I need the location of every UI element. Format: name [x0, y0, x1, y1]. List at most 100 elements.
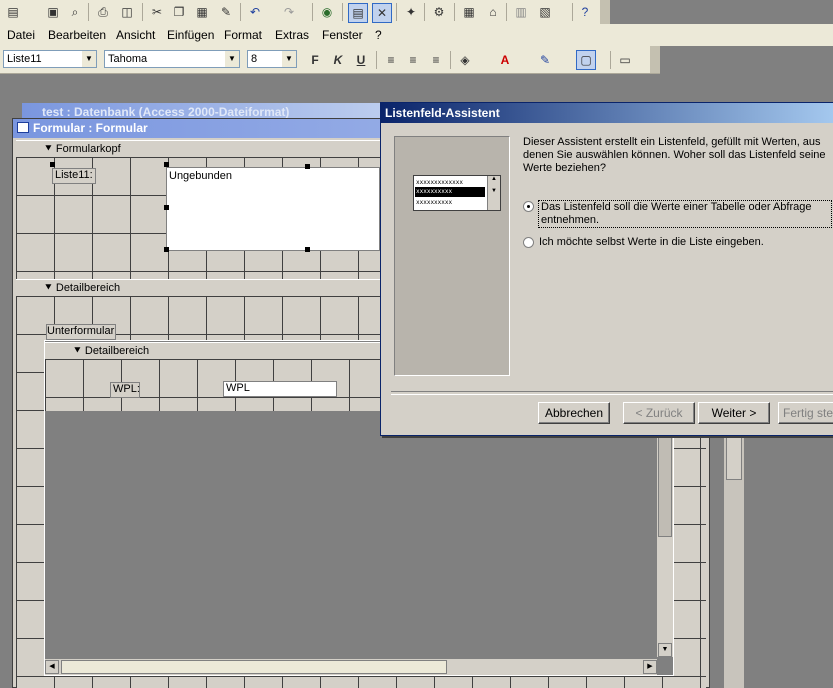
help-icon[interactable]: ? [576, 3, 594, 21]
scroll-thumb[interactable] [658, 437, 672, 537]
underline-button[interactable]: U [352, 51, 370, 69]
detail-bar[interactable]: ⯆ Detailbereich [16, 279, 380, 297]
toolbar-overflow[interactable] [650, 46, 660, 73]
font-select[interactable]: Tahoma ▼ [104, 50, 240, 68]
redo-icon[interactable]: ↷ [280, 3, 298, 21]
line-color-icon[interactable]: ✎ [536, 51, 554, 69]
undo-icon[interactable]: ↶ [246, 3, 264, 21]
font-color-icon[interactable]: A [496, 51, 514, 69]
detail-label: Detailbereich [55, 282, 121, 294]
form-icon [17, 122, 29, 133]
paste-icon[interactable]: ▦ [193, 3, 211, 21]
align-center-icon[interactable]: ≡ [404, 51, 422, 69]
preview-item-selected: xxxxxxxxxx [415, 187, 485, 197]
resize-handle[interactable] [164, 247, 169, 252]
resize-handle[interactable] [305, 164, 310, 169]
align-left-icon[interactable]: ≡ [382, 51, 400, 69]
finish-button[interactable]: Fertig stellen [778, 402, 833, 424]
save-icon[interactable]: ▣ [44, 3, 62, 21]
section-arrow-icon: ⯆ [73, 345, 82, 357]
form-header-bar[interactable]: ⯆ Formularkopf [16, 140, 380, 158]
special-effect-icon[interactable]: ▭ [616, 51, 634, 69]
properties-icon[interactable]: ▦ [460, 3, 478, 21]
build-icon[interactable]: ⌂ [484, 3, 502, 21]
menu-fenster[interactable]: Fenster [322, 28, 363, 42]
scroll-down-icon[interactable]: ▼ [658, 643, 672, 657]
hyperlink-icon[interactable]: ◉ [318, 3, 336, 21]
align-right-icon[interactable]: ≡ [427, 51, 445, 69]
chevron-down-icon: ▼ [82, 51, 96, 67]
subform-detail-bar[interactable]: ⯆ Detailbereich [45, 342, 381, 360]
section-arrow-icon: ⯆ [44, 282, 53, 294]
menu-format[interactable]: Format [224, 28, 262, 42]
menu-extras[interactable]: Extras [275, 28, 309, 42]
chevron-down-icon: ▼ [282, 51, 296, 67]
preview-scrollbar: ▲ ▼ [487, 176, 500, 210]
option-own-values-label[interactable]: Ich möchte selbst Werte in die Liste ein… [539, 236, 764, 248]
subform-hscroll[interactable]: ◀ ▶ [45, 659, 657, 675]
menu-bearbeiten[interactable]: Bearbeiten [48, 28, 106, 42]
view-icon[interactable]: ▤ [4, 3, 22, 21]
code-icon[interactable]: ⚙ [430, 3, 448, 21]
option-table-query-text-2: entnehmen. [541, 214, 600, 226]
resize-handle[interactable] [305, 247, 310, 252]
radio-own-values[interactable] [523, 237, 534, 248]
wpl-label[interactable]: WPL: [110, 382, 140, 398]
field-list-icon[interactable]: ▤ [348, 3, 368, 23]
database-window-title: test : Datenbank (Access 2000-Dateiforma… [42, 105, 290, 119]
back-button[interactable]: < Zurück [623, 402, 695, 424]
option-table-query-label[interactable]: Das Listenfeld soll die Werte einer Tabe… [538, 200, 832, 228]
cancel-button[interactable]: Abbrechen [538, 402, 610, 424]
print-preview-icon[interactable]: ◫ [118, 3, 136, 21]
subform-label[interactable]: Unterformular [46, 324, 116, 340]
form-vscroll[interactable] [724, 430, 744, 688]
standard-toolbar: ▤ ▣ ⌕ ⎙ ◫ ✂ ❐ ▦ ✎ ↶ ↷ ◉ ▤ ✕ ✦ ⚙ ▦ ⌂ ▥ ▧ … [0, 0, 610, 25]
border-width-icon[interactable]: ▢ [576, 50, 596, 70]
scroll-right-icon[interactable]: ▶ [643, 660, 657, 674]
autoformat-icon[interactable]: ✦ [402, 3, 420, 21]
scroll-thumb[interactable] [61, 660, 447, 674]
section-arrow-icon: ⯆ [44, 143, 53, 155]
new-object-icon[interactable]: ▧ [536, 3, 554, 21]
font-size-select[interactable]: 8 ▼ [247, 50, 297, 68]
menu-einfuegen[interactable]: Einfügen [167, 28, 214, 42]
option-table-query-text: Das Listenfeld soll die Werte einer Tabe… [541, 201, 812, 213]
next-button[interactable]: Weiter > [698, 402, 770, 424]
move-handle[interactable] [164, 162, 169, 167]
preview-item: xxxxxxxxxxxxx [416, 179, 463, 186]
search-file-icon[interactable]: ⌕ [66, 3, 84, 21]
format-painter-icon[interactable]: ✎ [217, 3, 235, 21]
database-window-icon[interactable]: ▥ [512, 3, 530, 21]
preview-listbox: xxxxxxxxxxxxx xxxxxxxxxx xxxxxxxxxx ▲ ▼ [413, 175, 501, 211]
form-header-label: Formularkopf [55, 143, 121, 155]
italic-button[interactable]: K [329, 51, 347, 69]
subform-vscroll[interactable]: ▼ [657, 437, 673, 657]
menu-bar: Datei Bearbeiten Ansicht Einfügen Format… [0, 24, 833, 46]
radio-table-query[interactable] [523, 201, 534, 212]
scroll-left-icon[interactable]: ◀ [45, 660, 59, 674]
list-label[interactable]: Liste11: [52, 168, 96, 184]
print-icon[interactable]: ⎙ [94, 3, 112, 21]
bold-button[interactable]: F [306, 51, 324, 69]
move-handle[interactable] [50, 162, 55, 167]
scroll-thumb[interactable] [726, 430, 742, 480]
chevron-down-icon: ▼ [225, 51, 239, 67]
cut-icon[interactable]: ✂ [148, 3, 166, 21]
menu-datei[interactable]: Datei [7, 28, 35, 42]
listbox-wizard-dialog: Listenfeld-Assistent xxxxxxxxxxxxx xxxxx… [380, 102, 833, 436]
wizard-preview-panel: xxxxxxxxxxxxx xxxxxxxxxx xxxxxxxxxx ▲ ▼ [394, 136, 510, 376]
wpl-textbox[interactable]: WPL [223, 381, 337, 397]
list-box-control[interactable]: Ungebunden [166, 167, 380, 251]
form-window-title: Formular : Formular [33, 121, 148, 135]
menu-help[interactable]: ? [375, 28, 382, 42]
dialog-titlebar[interactable]: Listenfeld-Assistent [381, 103, 833, 123]
toolbar-overflow[interactable] [600, 0, 610, 24]
dialog-divider [391, 391, 833, 395]
menu-ansicht[interactable]: Ansicht [116, 28, 155, 42]
resize-handle[interactable] [164, 205, 169, 210]
copy-icon[interactable]: ❐ [170, 3, 188, 21]
font-size-value: 8 [251, 53, 258, 65]
object-select[interactable]: Liste11 ▼ [3, 50, 97, 68]
toolbox-icon[interactable]: ✕ [372, 3, 392, 23]
fill-color-icon[interactable]: ◈ [456, 51, 474, 69]
